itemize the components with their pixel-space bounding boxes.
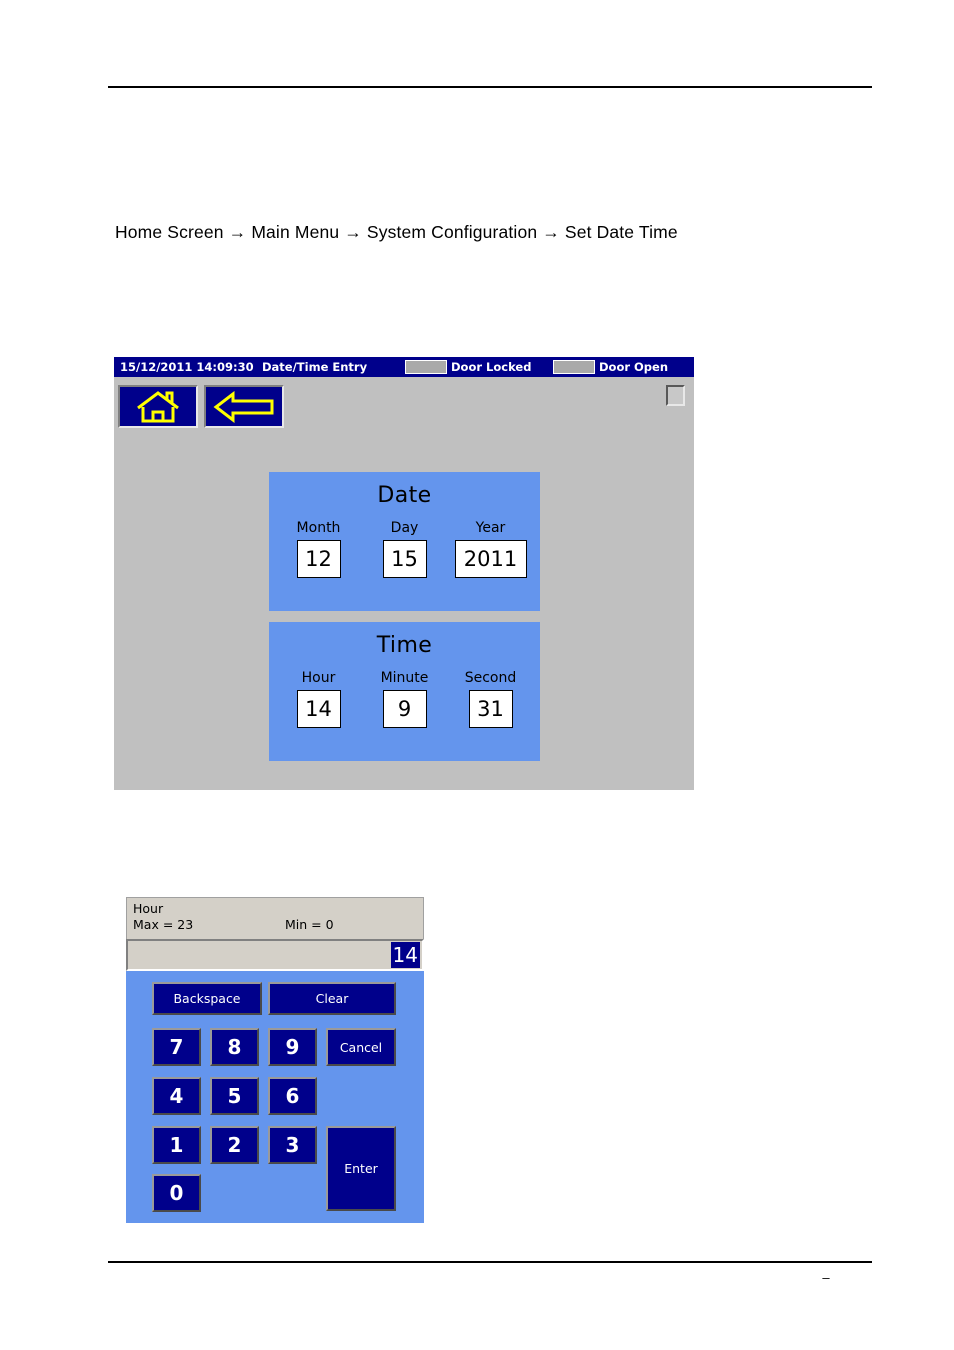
page-header-rule: [108, 86, 872, 88]
keypad-cancel-button[interactable]: Cancel: [326, 1028, 396, 1066]
field-hour: Hour 14: [283, 670, 355, 728]
status-datetime: 15/12/2011 14:09:30: [120, 360, 254, 374]
breadcrumb: Home Screen → Main Menu → System Configu…: [115, 222, 678, 242]
door-open-label: Door Open: [599, 360, 669, 374]
keypad-key-5[interactable]: 5: [210, 1077, 259, 1115]
door-open-indicator: [553, 360, 595, 374]
field-year: Year 2011: [454, 520, 527, 578]
field-minute-label: Minute: [380, 670, 429, 686]
keypad-key-4[interactable]: 4: [152, 1077, 201, 1115]
keypad-pad: Backspace Clear 7 8 9 Cancel 4 5 6 1 2 3…: [126, 971, 424, 1223]
date-panel: Date Month 12 Day 15 Year 2011: [269, 472, 540, 611]
field-day-value[interactable]: 15: [382, 540, 427, 578]
keypad-key-2[interactable]: 2: [210, 1126, 259, 1164]
field-hour-label: Hour: [301, 670, 336, 686]
home-icon: [134, 390, 182, 424]
time-panel-title: Time: [376, 633, 433, 658]
keypad-key-9[interactable]: 9: [268, 1028, 317, 1066]
field-month-value[interactable]: 12: [296, 540, 341, 578]
keypad-key-7[interactable]: 7: [152, 1028, 201, 1066]
date-panel-title: Date: [377, 483, 432, 508]
keypad-max-label: Max = 23: [133, 917, 194, 932]
hmi-status-bar: 15/12/2011 14:09:30 Date/Time Entry Door…: [114, 357, 694, 377]
keypad-display-value: 14: [390, 942, 420, 968]
screen-corner-indicator[interactable]: [666, 385, 685, 406]
field-day-label: Day: [390, 520, 419, 536]
date-fields: Month 12 Day 15 Year 2011: [269, 520, 540, 578]
page-footer-rule: [108, 1261, 872, 1263]
keypad-key-3[interactable]: 3: [268, 1126, 317, 1164]
keypad-range-row: Max = 23 Min = 0: [133, 917, 417, 933]
hmi-screen: 15/12/2011 14:09:30 Date/Time Entry Door…: [114, 357, 694, 790]
field-second-value[interactable]: 31: [468, 690, 513, 728]
field-minute: Minute 9: [369, 670, 441, 728]
time-panel: Time Hour 14 Minute 9 Second 31: [269, 622, 540, 761]
time-fields: Hour 14 Minute 9 Second 31: [269, 670, 540, 728]
keypad-key-1[interactable]: 1: [152, 1126, 201, 1164]
keypad-display[interactable]: 14: [126, 939, 424, 971]
keypad-key-6[interactable]: 6: [268, 1077, 317, 1115]
field-second: Second 31: [455, 670, 527, 728]
keypad-key-0[interactable]: 0: [152, 1174, 201, 1212]
home-button[interactable]: [118, 385, 198, 428]
field-second-label: Second: [464, 670, 517, 686]
back-button[interactable]: [204, 385, 284, 428]
field-minute-value[interactable]: 9: [382, 690, 427, 728]
field-year-label: Year: [475, 520, 506, 536]
field-month: Month 12: [283, 520, 355, 578]
field-day: Day 15: [369, 520, 441, 578]
keypad-enter-button[interactable]: Enter: [326, 1126, 396, 1211]
status-screen-title: Date/Time Entry: [262, 360, 368, 374]
keypad-backspace-button[interactable]: Backspace: [152, 982, 262, 1015]
field-hour-value[interactable]: 14: [296, 690, 341, 728]
numeric-keypad: Hour Max = 23 Min = 0 14 Backspace Clear…: [126, 897, 424, 1227]
keypad-min-label: Min = 0: [285, 917, 334, 932]
keypad-clear-button[interactable]: Clear: [268, 982, 396, 1015]
field-month-label: Month: [296, 520, 341, 536]
door-locked-label: Door Locked: [451, 360, 532, 374]
keypad-key-8[interactable]: 8: [210, 1028, 259, 1066]
page-number: –: [822, 1270, 830, 1285]
door-locked-indicator: [405, 360, 447, 374]
keypad-header: Hour Max = 23 Min = 0: [126, 897, 424, 939]
keypad-field-title: Hour: [133, 901, 164, 916]
left-arrow-icon: [213, 390, 275, 423]
field-year-value[interactable]: 2011: [454, 540, 527, 578]
